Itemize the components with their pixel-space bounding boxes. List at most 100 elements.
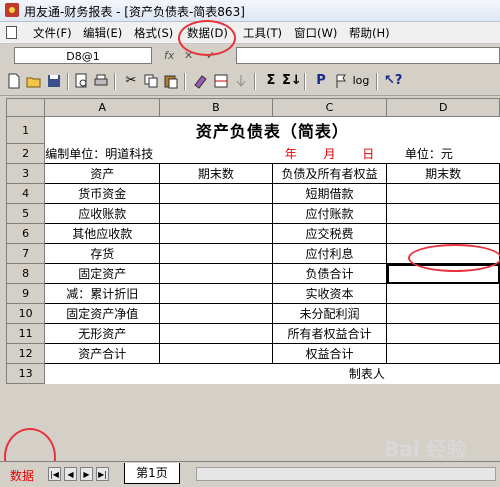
asset-cell[interactable]: 固定资产	[44, 263, 161, 284]
row-header[interactable]: 12	[5, 343, 46, 364]
sort-down-icon[interactable]	[232, 72, 250, 90]
properties-icon[interactable]: P	[312, 72, 330, 90]
value-cell[interactable]	[387, 364, 500, 384]
value-cell[interactable]	[159, 223, 273, 244]
row-header[interactable]: 8	[5, 263, 46, 284]
date-cell[interactable]: 年 月 日	[272, 144, 387, 164]
liability-cell[interactable]: 应付利息	[271, 243, 388, 264]
report-title[interactable]: 资产负债表（简表）	[45, 117, 500, 144]
menu-window[interactable]: 窗口(W)	[294, 25, 337, 41]
formula-input[interactable]	[236, 47, 500, 64]
menu-data[interactable]: 数据(D)	[187, 25, 228, 41]
paste-icon[interactable]	[162, 72, 180, 90]
value-cell[interactable]	[386, 303, 500, 324]
value-cell[interactable]	[386, 323, 500, 344]
column-header-a[interactable]: A	[44, 98, 161, 117]
row-header[interactable]: 6	[5, 223, 46, 244]
row-header[interactable]: 1	[5, 116, 46, 144]
copy-icon[interactable]	[142, 72, 160, 90]
value-cell[interactable]	[159, 303, 273, 324]
liability-cell[interactable]: 应交税费	[271, 223, 388, 244]
log-icon[interactable]: log	[352, 72, 370, 90]
value-cell[interactable]	[386, 183, 500, 204]
column-header-b[interactable]: B	[159, 98, 273, 117]
row-header[interactable]: 7	[5, 243, 46, 264]
row-header[interactable]: 10	[5, 303, 46, 324]
document-icon[interactable]	[6, 26, 17, 39]
format-painter-icon[interactable]	[192, 72, 210, 90]
row-header[interactable]: 13	[5, 363, 46, 384]
menu-file[interactable]: 文件(F)	[33, 25, 72, 41]
asset-cell[interactable]: 货币资金	[44, 183, 161, 204]
help-cursor-icon[interactable]: ↖?	[384, 72, 402, 90]
value-cell[interactable]	[386, 223, 500, 244]
value-cell[interactable]	[159, 283, 273, 304]
save-icon[interactable]	[45, 72, 63, 90]
value-cell[interactable]	[159, 263, 273, 284]
menu-format[interactable]: 格式(S)	[134, 25, 173, 41]
preparer-label[interactable]: 制表人	[45, 364, 387, 384]
header-period-end[interactable]: 期末数	[386, 163, 500, 184]
liability-cell[interactable]: 所有者权益合计	[271, 323, 388, 344]
next-sheet-icon[interactable]: ▶	[80, 467, 93, 481]
liability-cell[interactable]: 负债合计	[271, 263, 388, 284]
sum-rows-icon[interactable]: Σ↓	[282, 72, 302, 90]
data-mode-button[interactable]: 数据	[10, 467, 34, 484]
liability-cell[interactable]: 短期借款	[271, 183, 388, 204]
row-header[interactable]: 3	[5, 163, 46, 184]
value-cell[interactable]	[386, 343, 500, 364]
sheet-tab[interactable]: 第1页	[124, 463, 180, 484]
row-header[interactable]: 11	[5, 323, 46, 344]
value-cell[interactable]	[159, 243, 273, 264]
value-cell[interactable]	[159, 323, 273, 344]
liability-cell[interactable]: 实收资本	[271, 283, 388, 304]
print-preview-icon[interactable]	[72, 72, 90, 90]
cut-icon[interactable]: ✂	[122, 72, 140, 90]
asset-cell[interactable]: 应收账款	[44, 203, 161, 224]
header-period-end[interactable]: 期末数	[159, 163, 273, 184]
value-cell[interactable]	[159, 343, 273, 364]
function-icon[interactable]: fx	[164, 49, 174, 62]
value-cell[interactable]	[159, 183, 273, 204]
last-sheet-icon[interactable]: ▶|	[96, 467, 109, 481]
value-cell[interactable]	[386, 243, 500, 264]
liability-cell[interactable]: 应付账款	[271, 203, 388, 224]
menu-edit[interactable]: 编辑(E)	[83, 25, 122, 41]
open-folder-icon[interactable]	[25, 72, 43, 90]
cell-reference-box[interactable]: D8@1	[14, 47, 152, 64]
sum-icon[interactable]: Σ	[262, 72, 280, 90]
confirm-icon[interactable]: ✓	[206, 49, 215, 62]
value-cell[interactable]	[386, 283, 500, 304]
header-assets[interactable]: 资产	[44, 163, 161, 184]
prev-sheet-icon[interactable]: ◀	[64, 467, 77, 481]
liability-cell[interactable]: 未分配利润	[271, 303, 388, 324]
row-header[interactable]: 2	[5, 143, 46, 164]
insert-row-icon[interactable]	[212, 72, 230, 90]
print-icon[interactable]	[92, 72, 110, 90]
row-header[interactable]: 9	[5, 283, 46, 304]
menu-tools[interactable]: 工具(T)	[243, 25, 282, 41]
asset-cell[interactable]: 资产合计	[44, 343, 161, 364]
flag-icon[interactable]	[332, 72, 350, 90]
menu-help[interactable]: 帮助(H)	[349, 25, 390, 41]
header-liabilities[interactable]: 负债及所有者权益	[271, 163, 388, 184]
unit-label[interactable]: 编制单位：明道科技	[45, 144, 272, 164]
value-cell[interactable]	[159, 203, 273, 224]
new-file-icon[interactable]	[5, 72, 23, 90]
asset-cell[interactable]: 减：累计折旧	[44, 283, 161, 304]
row-header[interactable]: 5	[5, 203, 46, 224]
asset-cell[interactable]: 固定资产净值	[44, 303, 161, 324]
first-sheet-icon[interactable]: |◀	[48, 467, 61, 481]
grid-corner[interactable]	[5, 98, 46, 117]
currency-unit[interactable]: 单位：元	[387, 144, 500, 164]
row-header[interactable]: 4	[5, 183, 46, 204]
liability-cell[interactable]: 权益合计	[271, 343, 388, 364]
horizontal-scrollbar[interactable]	[196, 467, 496, 481]
asset-cell[interactable]: 其他应收款	[44, 223, 161, 244]
column-header-c[interactable]: C	[271, 98, 388, 117]
value-cell[interactable]	[386, 203, 500, 224]
cancel-icon[interactable]: ✕	[184, 49, 193, 62]
asset-cell[interactable]: 无形资产	[44, 323, 161, 344]
column-header-d[interactable]: D	[386, 98, 500, 117]
selected-cell[interactable]	[386, 263, 500, 284]
